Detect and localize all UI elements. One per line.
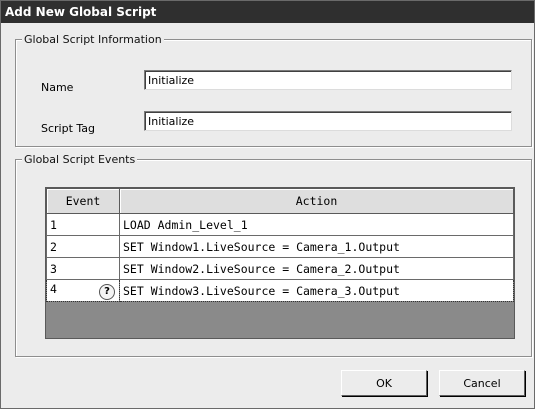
action-cell[interactable]: SET Window2.LiveSource = Camera_2.Output — [119, 257, 514, 280]
table-row[interactable]: 3 SET Window2.LiveSource = Camera_2.Outp… — [46, 257, 514, 280]
add-global-script-dialog: Add New Global Script Global Script Info… — [0, 0, 535, 409]
action-cell[interactable]: SET Window1.LiveSource = Camera_1.Output — [119, 235, 514, 258]
event-number: 4 — [50, 281, 57, 296]
column-header-event[interactable]: Event — [46, 188, 120, 214]
script-tag-label: Script Tag — [41, 122, 96, 135]
event-cell[interactable]: 2 — [46, 235, 120, 258]
cancel-button[interactable]: Cancel — [439, 370, 525, 396]
events-table: Event Action 1 LOAD Admin_Level_1 2 SET … — [46, 188, 514, 302]
table-row[interactable]: 2 SET Window1.LiveSource = Camera_1.Outp… — [46, 235, 514, 258]
column-header-action[interactable]: Action — [119, 188, 514, 214]
events-grid[interactable]: Event Action 1 LOAD Admin_Level_1 2 SET … — [45, 187, 515, 339]
dialog-title: Add New Global Script — [1, 1, 534, 23]
table-row[interactable]: 1 LOAD Admin_Level_1 — [46, 213, 514, 236]
ok-button[interactable]: OK — [341, 370, 427, 396]
script-info-legend: Global Script Information — [22, 33, 164, 46]
table-row-selected[interactable]: 4 ? SET Window3.LiveSource = Camera_3.Ou… — [46, 279, 514, 302]
event-cell[interactable]: 3 — [46, 257, 120, 280]
script-events-legend: Global Script Events — [22, 153, 138, 166]
name-label: Name — [41, 81, 74, 94]
question-icon[interactable]: ? — [99, 283, 115, 300]
action-cell[interactable]: LOAD Admin_Level_1 — [119, 213, 514, 236]
script-tag-input[interactable]: Initialize — [144, 111, 512, 131]
event-cell[interactable]: 1 — [46, 213, 120, 236]
name-input[interactable]: Initialize — [144, 70, 512, 90]
event-cell[interactable]: 4 ? — [46, 279, 120, 302]
action-cell[interactable]: SET Window3.LiveSource = Camera_3.Output — [119, 279, 514, 302]
